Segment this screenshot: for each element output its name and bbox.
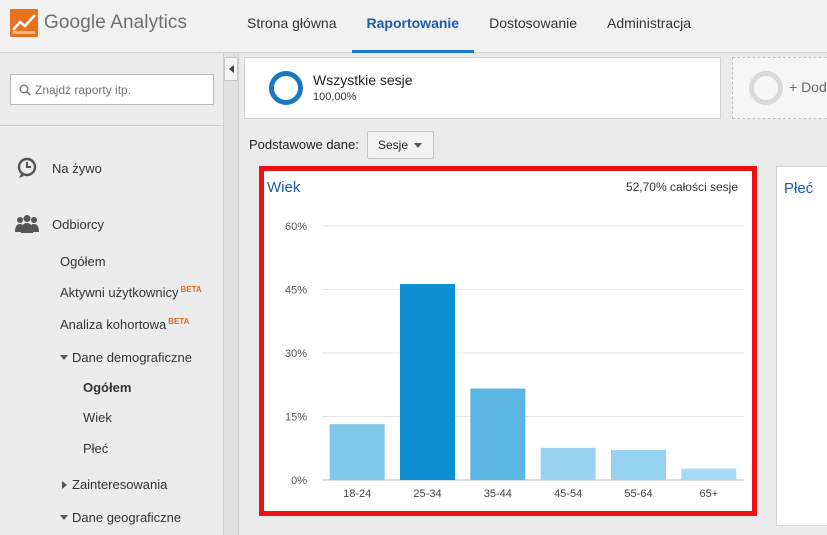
age-bar-chart: 0% 15% 30% 45% 60% 18-24 25-34 35-44 45-54 55-64 6… bbox=[285, 221, 744, 500]
x-tick-label: 65+ bbox=[699, 488, 718, 500]
metric-select[interactable]: Sesje bbox=[367, 131, 434, 159]
y-tick-label: 45% bbox=[285, 285, 307, 297]
sidebar-item-label: Wiek bbox=[83, 410, 112, 425]
expand-arrow-icon bbox=[60, 355, 68, 360]
gender-chart-title[interactable]: Płeć bbox=[784, 180, 813, 197]
sidebar-item-label: Ogółem bbox=[60, 254, 106, 269]
nav-reporting[interactable]: Raportowanie bbox=[351, 0, 475, 53]
y-tick-label: 0% bbox=[291, 475, 307, 487]
sidebar-item-demographics[interactable]: Dane demograficzne bbox=[60, 350, 192, 365]
sidebar-item-gender[interactable]: Płeć bbox=[83, 441, 108, 456]
y-tick-label: 30% bbox=[285, 348, 307, 360]
y-tick-label: 15% bbox=[285, 412, 307, 424]
segment-title: Wszystkie sesje bbox=[313, 72, 413, 88]
search-icon bbox=[19, 84, 31, 96]
beta-badge: BETA bbox=[180, 285, 202, 294]
sidebar-item-active-users[interactable]: Aktywni użytkownicy BETA bbox=[60, 285, 202, 300]
bar-25-34[interactable] bbox=[400, 283, 455, 480]
sidebar-item-cohort-analysis[interactable]: Analiza kohortowa BETA bbox=[60, 317, 189, 332]
add-segment-label: + Dod bbox=[789, 79, 827, 95]
age-chart-card: 0% 15% 30% 45% 60% 18-24 25-34 35-44 45-54 55-64 6… bbox=[259, 166, 757, 516]
collapsed-arrow-icon bbox=[62, 481, 67, 489]
x-tick-label: 25-34 bbox=[413, 488, 441, 500]
add-segment-button[interactable]: + Dod bbox=[732, 57, 827, 119]
collapse-sidebar-button[interactable] bbox=[224, 57, 238, 81]
sidebar-item-label: Zainteresowania bbox=[72, 477, 168, 492]
age-chart-title[interactable]: Wiek bbox=[267, 179, 300, 196]
sidebar-item-label: Ogółem bbox=[83, 380, 132, 395]
segment-all-sessions[interactable]: Wszystkie sesje 100,00% bbox=[244, 57, 721, 119]
bar-55-64[interactable] bbox=[611, 449, 666, 480]
primary-dimension-label: Podstawowe dane: bbox=[249, 137, 359, 152]
bar-65+[interactable] bbox=[681, 468, 737, 480]
sidebar-item-interests[interactable]: Zainteresowania bbox=[62, 477, 167, 492]
main-nav: Strona główna Raportowanie Dostosowanie … bbox=[232, 0, 706, 53]
x-tick-label: 35-44 bbox=[484, 488, 512, 500]
sidebar-item-live[interactable]: Na żywo bbox=[15, 157, 102, 179]
analytics-logo-icon bbox=[10, 9, 38, 37]
report-search[interactable] bbox=[10, 74, 214, 105]
sidebar-item-geo[interactable]: Dane geograficzne bbox=[60, 510, 181, 525]
sidebar-item-label: Na żywo bbox=[52, 160, 102, 176]
main-content: Wszystkie sesje 100,00% + Dod Podstawowe… bbox=[240, 53, 827, 535]
sidebar-item-label: Dane demograficzne bbox=[72, 350, 192, 365]
bar-35-44[interactable] bbox=[470, 388, 526, 480]
nav-home[interactable]: Strona główna bbox=[232, 0, 352, 53]
sidebar-item-demographics-overview[interactable]: Ogółem bbox=[83, 380, 131, 395]
sidebar-item-label: Analiza kohortowa bbox=[60, 317, 167, 332]
sidebar-divider bbox=[0, 125, 224, 126]
sidebar-item-overview[interactable]: Ogółem bbox=[60, 254, 106, 269]
empty-segment-ring-icon bbox=[749, 71, 783, 105]
expand-arrow-icon bbox=[60, 515, 68, 520]
search-input[interactable] bbox=[35, 82, 205, 97]
people-icon bbox=[15, 213, 39, 235]
logo-text: Google Analytics bbox=[44, 12, 188, 33]
sidebar-item-label: Dane geograficzne bbox=[72, 510, 182, 525]
bar-18-24[interactable] bbox=[329, 424, 385, 480]
gender-chart-card: Płeć bbox=[776, 166, 827, 526]
sidebar-item-label: Aktywni użytkownicy bbox=[60, 285, 179, 300]
sidebar-item-label: Odbiorcy bbox=[52, 216, 105, 232]
segment-ring-icon bbox=[269, 71, 303, 105]
bar-45-54[interactable] bbox=[540, 447, 596, 480]
x-tick-label: 45-54 bbox=[554, 488, 582, 500]
nav-admin[interactable]: Administracja bbox=[592, 0, 706, 53]
clock-icon bbox=[15, 157, 39, 179]
x-tick-label: 18-24 bbox=[343, 488, 371, 500]
x-tick-label: 55-64 bbox=[624, 488, 652, 500]
chevron-down-icon bbox=[414, 143, 422, 148]
segment-percent: 100,00% bbox=[313, 91, 357, 103]
sidebar-item-label: Płeć bbox=[83, 441, 109, 456]
age-chart-total-note: 52,70% całości sesje bbox=[625, 180, 738, 194]
sidebar-item-age[interactable]: Wiek bbox=[83, 410, 112, 425]
chevron-left-icon bbox=[228, 65, 234, 73]
nav-customization[interactable]: Dostosowanie bbox=[474, 0, 592, 53]
google-analytics-logo[interactable]: Google Analytics bbox=[10, 8, 187, 38]
top-bar: Google Analytics Strona główna Raportowa… bbox=[0, 0, 827, 53]
beta-badge: BETA bbox=[168, 317, 190, 326]
sidebar-collapse-strip bbox=[224, 53, 239, 535]
sidebar-item-audience[interactable]: Odbiorcy bbox=[15, 213, 104, 235]
metric-select-value: Sesje bbox=[378, 138, 409, 152]
y-tick-label: 60% bbox=[285, 221, 307, 233]
sidebar: Na żywo Odbiorcy Ogółem Aktywni użytkown… bbox=[0, 53, 224, 535]
